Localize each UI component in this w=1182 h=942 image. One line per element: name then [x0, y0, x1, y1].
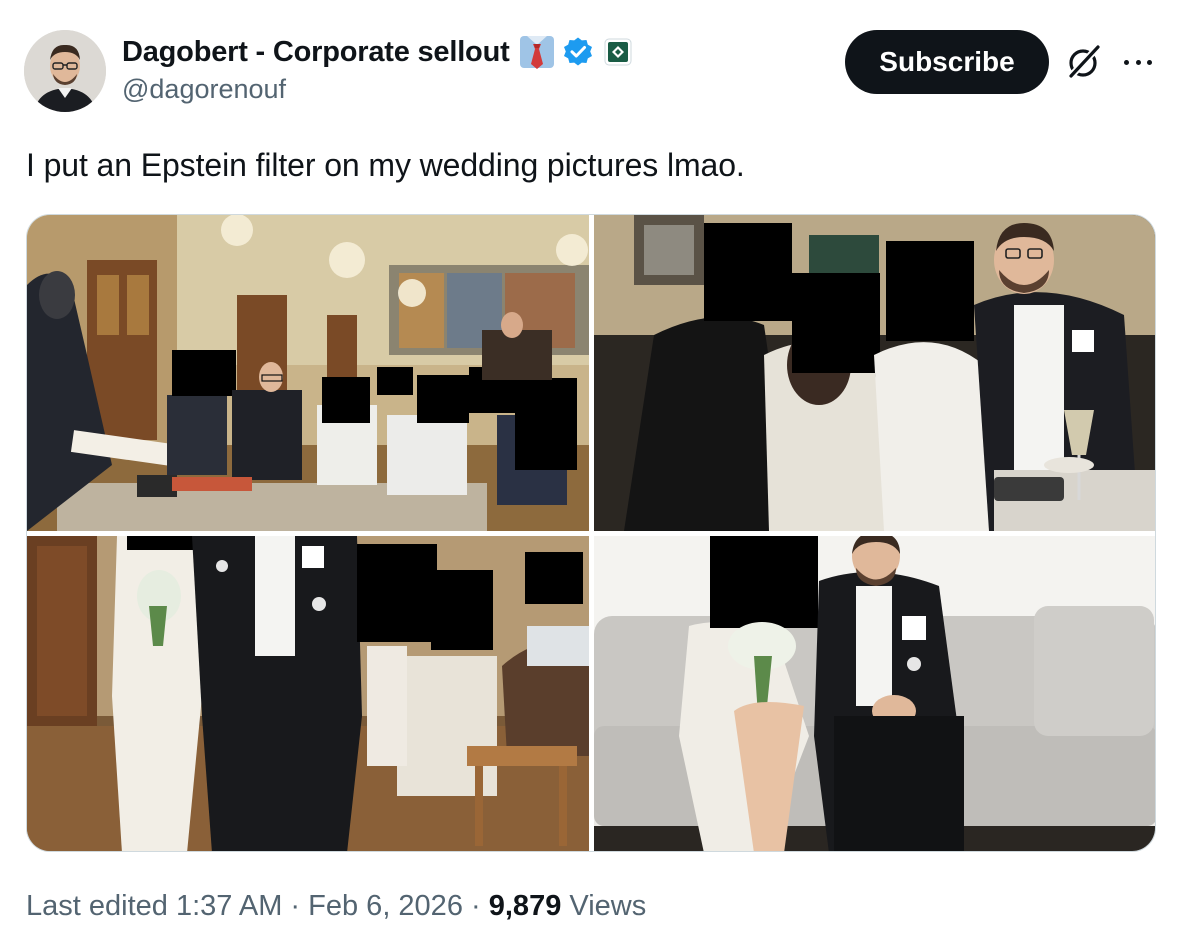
- grok-icon[interactable]: [1064, 42, 1104, 82]
- views-count: 9,879: [488, 890, 562, 922]
- views-label: Views: [569, 890, 647, 922]
- author-display-name[interactable]: Dagobert - Corporate sellout: [122, 36, 510, 69]
- media-photo-2[interactable]: [594, 215, 1155, 531]
- media-grid: [26, 214, 1156, 852]
- subscribe-button[interactable]: Subscribe: [845, 30, 1049, 94]
- tweet-date[interactable]: Feb 6, 2026: [308, 890, 463, 922]
- tweet-meta: Last edited 1:37 AM · Feb 6, 2026 · 9,87…: [26, 890, 646, 923]
- avatar[interactable]: [24, 30, 106, 112]
- more-options-icon[interactable]: [1118, 44, 1158, 80]
- meta-separator: ·: [290, 890, 301, 922]
- tweet-time[interactable]: 1:37 AM: [176, 890, 282, 922]
- media-photo-1[interactable]: [27, 215, 589, 531]
- media-photo-4[interactable]: [594, 536, 1155, 851]
- author-handle[interactable]: @dagorenouf: [122, 74, 286, 105]
- affiliate-badge-icon[interactable]: [604, 38, 632, 66]
- author-name-row: Dagobert - Corporate sellout: [122, 32, 632, 72]
- tweet-text: I put an Epstein filter on my wedding pi…: [26, 147, 745, 183]
- edited-label[interactable]: Last edited: [26, 890, 168, 922]
- media-photo-3[interactable]: [27, 536, 589, 851]
- necktie-emoji-icon: [518, 33, 556, 71]
- avatar-image: [24, 30, 106, 112]
- meta-separator: ·: [471, 890, 481, 922]
- verified-badge-icon[interactable]: [562, 36, 594, 68]
